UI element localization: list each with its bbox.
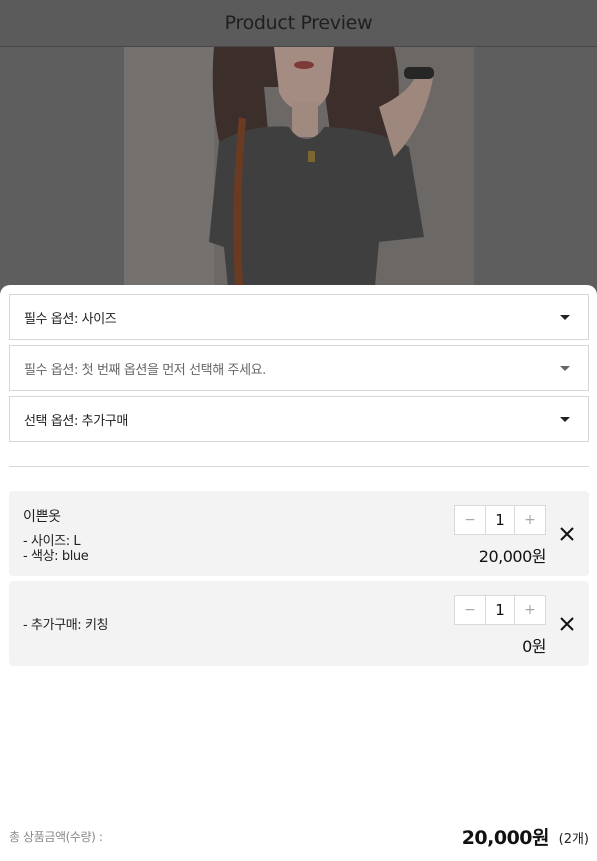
item-option-addon: - 추가구매: 키칭 — [23, 618, 109, 633]
chevron-down-icon — [560, 366, 570, 371]
color-option-select[interactable]: 필수 옵션: 첫 번째 옵션을 먼저 선택해 주세요. — [9, 345, 589, 391]
option-sheet: 필수 옵션: 사이즈 필수 옵션: 첫 번째 옵션을 먼저 선택해 주세요. 선… — [0, 285, 597, 861]
item-name: 이쁜옷 — [23, 509, 61, 525]
chevron-down-icon — [560, 417, 570, 422]
quantity-stepper: − 1 + — [454, 595, 546, 625]
total-amount: 20,000원 — [461, 827, 550, 849]
select-label: 선택 옵션: 추가구매 — [24, 413, 128, 429]
cart-item: 이쁜옷 - 사이즈: L - 색상: blue − 1 + 20,000원 — [9, 491, 589, 576]
close-icon[interactable] — [557, 524, 577, 544]
page-title: Product Preview — [224, 12, 373, 34]
cart-item: - 추가구매: 키칭 − 1 + 0원 — [9, 581, 589, 666]
increase-button[interactable]: + — [515, 596, 545, 624]
total-count: (2개) — [558, 832, 589, 847]
quantity-value: 1 — [485, 506, 515, 534]
divider — [9, 466, 589, 467]
item-price: 0원 — [522, 637, 546, 656]
select-label: 필수 옵션: 첫 번째 옵션을 먼저 선택해 주세요. — [24, 362, 266, 378]
decrease-button[interactable]: − — [455, 506, 485, 534]
item-option-color: - 색상: blue — [23, 549, 89, 564]
increase-button[interactable]: + — [515, 506, 545, 534]
chevron-down-icon — [560, 315, 570, 320]
item-price: 20,000원 — [478, 547, 547, 566]
size-option-select[interactable]: 필수 옵션: 사이즈 — [9, 294, 589, 340]
total-label: 총 상품금액(수량) : — [9, 830, 103, 844]
additional-purchase-select[interactable]: 선택 옵션: 추가구매 — [9, 396, 589, 442]
product-image — [124, 47, 474, 297]
quantity-stepper: − 1 + — [454, 505, 546, 535]
close-icon[interactable] — [557, 614, 577, 634]
select-label: 필수 옵션: 사이즈 — [24, 311, 117, 327]
decrease-button[interactable]: − — [455, 596, 485, 624]
quantity-value: 1 — [485, 596, 515, 624]
header-bar: Product Preview — [0, 0, 597, 47]
